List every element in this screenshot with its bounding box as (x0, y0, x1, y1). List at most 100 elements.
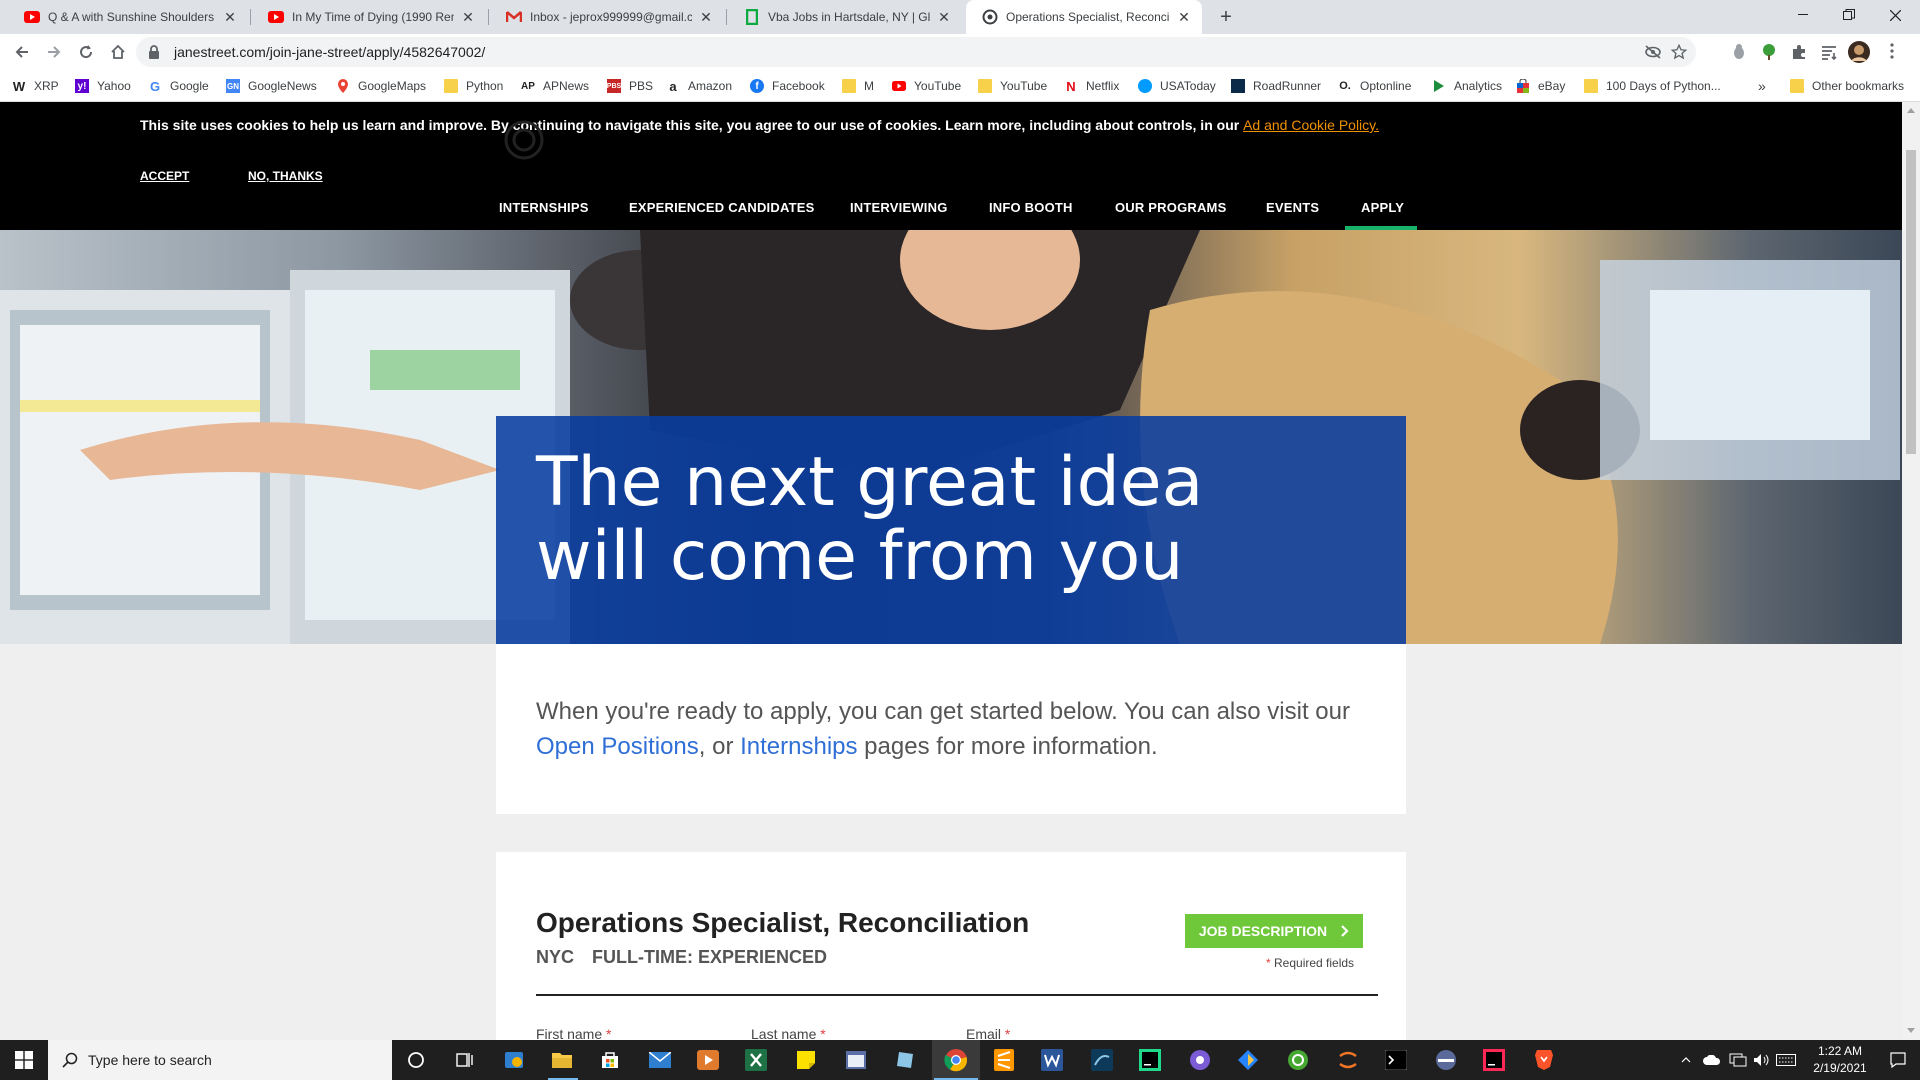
brave-icon[interactable] (1530, 1046, 1558, 1074)
excel-icon[interactable] (742, 1046, 770, 1074)
browser-tab[interactable]: Vba Jobs in Hartsdale, NY | Glass ✕ (728, 0, 962, 34)
start-button[interactable] (0, 1040, 48, 1080)
close-window-button[interactable] (1872, 0, 1918, 30)
chevron-up-icon[interactable] (1676, 1040, 1696, 1080)
bug-extension-icon[interactable] (1730, 43, 1748, 61)
browser-tab-active[interactable]: Operations Specialist, Reconciliat ✕ (966, 0, 1202, 34)
close-icon[interactable]: ✕ (1176, 9, 1192, 25)
job-description-button[interactable]: JOB DESCRIPTION (1185, 914, 1363, 948)
address-bar[interactable]: janestreet.com/join-jane-street/apply/45… (136, 37, 1696, 67)
sticky-notes-icon[interactable] (792, 1046, 820, 1074)
paint-3d-icon[interactable] (892, 1046, 920, 1074)
bookmark-youtube[interactable]: YouTube (892, 78, 961, 94)
decline-cookies-button[interactable]: NO, THANKS (248, 169, 323, 183)
close-icon[interactable]: ✕ (936, 9, 952, 25)
browser-tab[interactable]: In My Time of Dying (1990 Rema ✕ (252, 0, 486, 34)
mysql-workbench-icon[interactable] (1088, 1046, 1116, 1074)
back-button[interactable] (10, 40, 34, 64)
chrome-icon[interactable] (942, 1046, 970, 1074)
anaconda-icon[interactable] (1284, 1046, 1312, 1074)
pycharm-icon[interactable] (1136, 1046, 1164, 1074)
cortana-icon[interactable] (402, 1046, 430, 1074)
network-icon[interactable] (1726, 1040, 1750, 1080)
scroll-up-icon[interactable] (1907, 108, 1915, 113)
cookie-policy-link[interactable]: Ad and Cookie Policy. (1243, 117, 1379, 133)
scroll-thumb[interactable] (1906, 150, 1916, 454)
bookmark-google[interactable]: G Google (148, 78, 209, 94)
menu-dots-icon[interactable] (1890, 43, 1898, 61)
star-icon[interactable] (1670, 44, 1688, 60)
outlook-people-icon[interactable] (500, 1046, 528, 1074)
bookmark-apnews[interactable]: AP APNews (521, 78, 589, 94)
bookmark-roadrunner[interactable]: RoadRunner (1231, 78, 1321, 94)
bookmark-googlenews[interactable]: GN GoogleNews (226, 78, 317, 94)
intellij-icon[interactable] (1480, 1046, 1508, 1074)
accept-cookies-button[interactable]: ACCEPT (140, 169, 189, 183)
sublime-text-icon[interactable] (990, 1046, 1018, 1074)
bookmark-folder-m[interactable]: M (842, 78, 874, 94)
restore-button[interactable] (1826, 0, 1872, 30)
chevron-right-icon (1341, 925, 1349, 937)
word-icon[interactable] (1038, 1046, 1066, 1074)
bookmark-folder-python[interactable]: Python (444, 78, 503, 94)
app-window-icon[interactable] (842, 1046, 870, 1074)
bookmark-yahoo[interactable]: y! Yahoo (75, 78, 131, 94)
bookmark-amazon[interactable]: a Amazon (666, 78, 732, 94)
browser-tab[interactable]: Q & A with Sunshine Shoulders - ✕ (8, 0, 248, 34)
page-scrollbar[interactable] (1902, 102, 1920, 1040)
sourcetree-icon[interactable] (1234, 1046, 1262, 1074)
bookmark-googlemaps[interactable]: GoogleMaps (336, 78, 426, 94)
reading-list-icon[interactable] (1820, 43, 1838, 61)
bookmark-analytics[interactable]: Analytics (1432, 78, 1502, 94)
bookmarks-overflow-button[interactable]: » (1758, 78, 1766, 94)
nav-info-booth[interactable]: INFO BOOTH (989, 200, 1073, 215)
system-clock[interactable]: 1:22 AM 2/19/2021 (1792, 1043, 1888, 1077)
home-button[interactable] (106, 40, 130, 64)
nav-our-programs[interactable]: OUR PROGRAMS (1115, 200, 1226, 215)
profile-avatar[interactable] (1848, 41, 1870, 63)
bookmark-ebay[interactable]: eBay (1516, 78, 1565, 94)
bookmark-xrp[interactable]: W XRP (12, 78, 59, 94)
nav-apply[interactable]: APPLY (1361, 200, 1404, 215)
open-positions-link[interactable]: Open Positions (536, 733, 699, 760)
task-view-icon[interactable] (450, 1046, 478, 1074)
taskbar-search[interactable]: Type here to search (48, 1040, 392, 1080)
vpn-app-icon[interactable] (1432, 1046, 1460, 1074)
eye-slash-icon[interactable] (1644, 44, 1662, 60)
bookmark-usatoday[interactable]: USAToday (1138, 78, 1216, 94)
bookmark-optonline[interactable]: O. Optonline (1338, 78, 1411, 94)
mail-icon[interactable] (646, 1046, 674, 1074)
other-bookmarks-folder[interactable]: Other bookmarks (1790, 78, 1904, 94)
bookmark-netflix[interactable]: N Netflix (1064, 78, 1119, 94)
forward-button[interactable] (42, 40, 66, 64)
minimize-button[interactable] (1780, 0, 1826, 30)
scroll-down-icon[interactable] (1907, 1028, 1915, 1033)
notifications-icon[interactable] (1880, 1040, 1916, 1080)
tree-extension-icon[interactable] (1760, 43, 1778, 61)
jupyter-icon[interactable] (1334, 1046, 1362, 1074)
microsoft-store-icon[interactable] (596, 1046, 624, 1074)
media-player-icon[interactable] (694, 1046, 722, 1074)
podcast-app-icon[interactable] (1186, 1046, 1214, 1074)
nav-events[interactable]: EVENTS (1266, 200, 1319, 215)
browser-tab[interactable]: Inbox - jeprox999999@gmail.com ✕ (490, 0, 724, 34)
bookmark-pbs[interactable]: PBS PBS (607, 78, 653, 94)
internships-link[interactable]: Internships (740, 733, 857, 760)
onedrive-icon[interactable] (1700, 1040, 1724, 1080)
new-tab-button[interactable]: + (1214, 5, 1238, 29)
nav-experienced-candidates[interactable]: EXPERIENCED CANDIDATES (629, 200, 814, 215)
extensions-puzzle-icon[interactable] (1790, 43, 1808, 61)
close-icon[interactable]: ✕ (222, 9, 238, 25)
close-icon[interactable]: ✕ (698, 9, 714, 25)
terminal-icon[interactable] (1382, 1046, 1410, 1074)
volume-icon[interactable] (1750, 1040, 1774, 1080)
nav-internships[interactable]: INTERNSHIPS (499, 200, 589, 215)
reload-button[interactable] (74, 40, 98, 64)
bookmark-folder-100-days[interactable]: 100 Days of Python... (1584, 78, 1721, 94)
nav-interviewing[interactable]: INTERVIEWING (850, 200, 948, 215)
bookmark-facebook[interactable]: f Facebook (750, 78, 825, 94)
close-icon[interactable]: ✕ (460, 9, 476, 25)
file-explorer-icon[interactable] (548, 1046, 576, 1074)
bookmark-folder-youtube[interactable]: YouTube (978, 78, 1047, 94)
job-meta: NYC FULL-TIME: EXPERIENCED (536, 947, 827, 968)
